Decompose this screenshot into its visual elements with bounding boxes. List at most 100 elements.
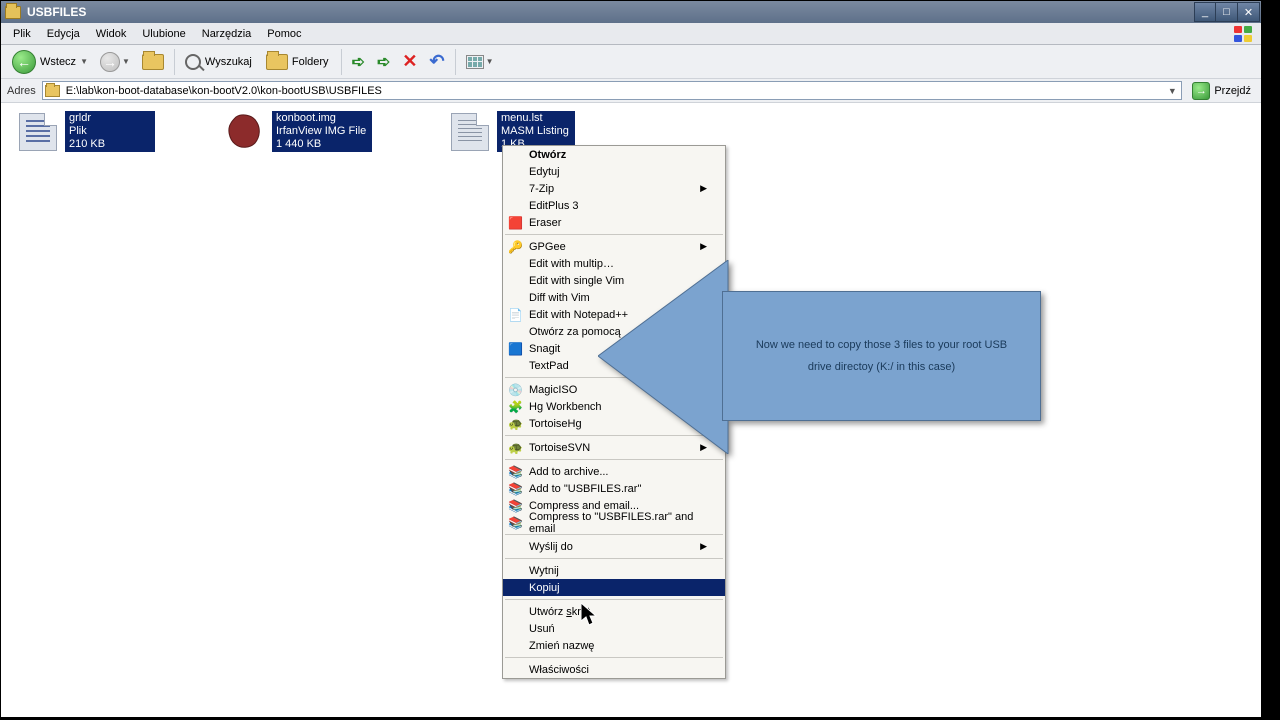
nav-toolbar: ← Wstecz ▼ → ▼ Wyszukaj Foldery ➪ ➪ ✕ ↶ … <box>1 45 1261 79</box>
go-label: Przejdź <box>1214 85 1251 97</box>
address-bar: Adres ▼ → Przejdź <box>1 79 1261 103</box>
menu-help[interactable]: Pomoc <box>259 26 309 42</box>
context-menu-item[interactable]: EditPlus 3 <box>503 197 725 214</box>
context-menu-item[interactable]: Zmień nazwę <box>503 637 725 654</box>
views-button[interactable]: ▼ <box>461 48 499 76</box>
file-item[interactable]: grldr Plik 210 KB <box>19 111 155 152</box>
minimize-button[interactable]: _ <box>1194 2 1216 22</box>
folder-up-icon <box>142 54 164 70</box>
menu-item-label: 7-Zip <box>529 183 554 195</box>
menu-item-label: Snagit <box>529 343 560 355</box>
context-menu-item[interactable]: Kopiuj <box>503 579 725 596</box>
menu-item-label: TextPad <box>529 360 569 372</box>
forward-button[interactable]: → ▼ <box>95 48 135 76</box>
menu-item-label: Add to archive... <box>529 466 609 478</box>
menu-item-icon: 📚 <box>507 463 524 480</box>
forward-arrow-icon: → <box>100 52 120 72</box>
dropdown-icon: ▼ <box>122 57 130 66</box>
menu-view[interactable]: Widok <box>88 26 135 42</box>
window-title: USBFILES <box>27 5 86 19</box>
file-list[interactable]: grldr Plik 210 KB konboot.img IrfanView … <box>1 103 1261 717</box>
callout-text: Now we need to copy those 3 files to you… <box>743 334 1020 378</box>
menu-file[interactable]: Plik <box>5 26 39 42</box>
menu-item-icon: 🔑 <box>507 238 524 255</box>
folder-icon <box>5 6 21 19</box>
explorer-window: USBFILES Plik Edycja Widok Ulubione Narz… <box>0 0 1262 718</box>
context-menu-item[interactable]: 🟥 Eraser <box>503 214 725 231</box>
search-icon <box>185 54 201 70</box>
menu-item-icon: 🐢 <box>507 439 524 456</box>
menu-edit[interactable]: Edycja <box>39 26 88 42</box>
menu-item-label: Usuń <box>529 623 555 635</box>
titlebar[interactable]: USBFILES <box>1 1 1261 23</box>
file-name: grldr <box>69 112 149 125</box>
go-arrow-icon: → <box>1192 82 1210 100</box>
copy-to-button[interactable]: ➪ <box>372 48 395 76</box>
context-menu-item[interactable]: Edytuj <box>503 163 725 180</box>
back-arrow-icon: ← <box>12 50 36 74</box>
menu-item-label: TortoiseHg <box>529 418 582 430</box>
menu-item-label: Diff with Vim <box>529 292 590 304</box>
file-name: menu.lst <box>501 112 569 125</box>
menu-item-icon: 📚 <box>507 480 524 497</box>
delete-button[interactable]: ✕ <box>397 48 422 76</box>
move-to-button[interactable]: ➪ <box>347 48 370 76</box>
menu-item-icon: 🟥 <box>507 214 524 231</box>
menu-item-label: EditPlus 3 <box>529 200 579 212</box>
dropdown-icon: ▼ <box>80 57 88 66</box>
address-label: Adres <box>7 85 36 97</box>
undo-button[interactable]: ↶ <box>424 48 449 76</box>
file-type: IrfanView IMG File <box>276 125 366 138</box>
maximize-button[interactable]: □ <box>1216 2 1238 22</box>
folders-icon <box>266 54 288 70</box>
menu-item-icon: 🐢 <box>507 415 524 432</box>
folders-label: Foldery <box>292 56 329 68</box>
address-input[interactable] <box>64 82 1166 99</box>
menu-item-label: Właściwości <box>529 664 589 676</box>
dropdown-icon[interactable]: ▼ <box>1165 86 1179 96</box>
menu-item-label: Edytuj <box>529 166 560 178</box>
move-icon: ➪ <box>352 52 365 72</box>
views-icon <box>466 55 484 69</box>
menu-item-label: Otwórz <box>529 149 566 161</box>
file-size: 1 440 KB <box>276 138 366 151</box>
file-type: Plik <box>69 125 149 138</box>
context-menu-item[interactable]: Właściwości <box>503 661 725 678</box>
delete-icon: ✕ <box>402 51 417 72</box>
menu-item-icon: 🟦 <box>507 340 524 357</box>
text-file-icon <box>451 113 489 151</box>
menu-favorites[interactable]: Ulubione <box>134 26 193 42</box>
window-controls: _ □ ✕ <box>1194 2 1260 22</box>
instruction-callout: Now we need to copy those 3 files to you… <box>598 236 1058 496</box>
address-field[interactable]: ▼ <box>42 81 1183 100</box>
menu-item-icon: 📚 <box>507 497 524 514</box>
file-item[interactable]: konboot.img IrfanView IMG File 1 440 KB <box>226 111 372 152</box>
submenu-arrow-icon: ▶ <box>700 183 707 194</box>
context-menu-item[interactable]: Wyślij do▶ <box>503 538 725 555</box>
context-menu-item[interactable]: Otwórz <box>503 146 725 163</box>
menu-item-icon: 📚 <box>507 514 524 531</box>
folder-icon <box>45 85 60 97</box>
up-button[interactable] <box>137 48 169 76</box>
context-menu-item[interactable]: 7-Zip ▶ <box>503 180 725 197</box>
file-name: konboot.img <box>276 112 366 125</box>
menu-bar: Plik Edycja Widok Ulubione Narzędzia Pom… <box>1 23 1261 45</box>
context-menu-item[interactable]: Wytnij <box>503 562 725 579</box>
menu-tools[interactable]: Narzędzia <box>194 26 260 42</box>
close-button[interactable]: ✕ <box>1238 2 1260 22</box>
menu-item-label: Compress to "USBFILES.rar" and email <box>529 511 707 535</box>
folders-button[interactable]: Foldery <box>261 48 336 76</box>
menu-item-label: Eraser <box>529 217 561 229</box>
context-menu-item[interactable]: 📚Compress to "USBFILES.rar" and email <box>503 514 725 531</box>
context-menu-item[interactable]: Utwórz skrót <box>503 603 725 620</box>
img-file-icon <box>226 113 264 151</box>
go-button[interactable]: → Przejdź <box>1188 82 1255 100</box>
menu-item-icon: 💿 <box>507 381 524 398</box>
search-button[interactable]: Wyszukaj <box>180 48 259 76</box>
context-menu-item[interactable]: Usuń <box>503 620 725 637</box>
menu-item-label: TortoiseSVN <box>529 442 590 454</box>
back-button[interactable]: ← Wstecz ▼ <box>7 48 93 76</box>
menu-item-icon: 📄 <box>507 306 524 323</box>
menu-item-label: GPGee <box>529 241 566 253</box>
submenu-arrow-icon: ▶ <box>700 541 707 552</box>
